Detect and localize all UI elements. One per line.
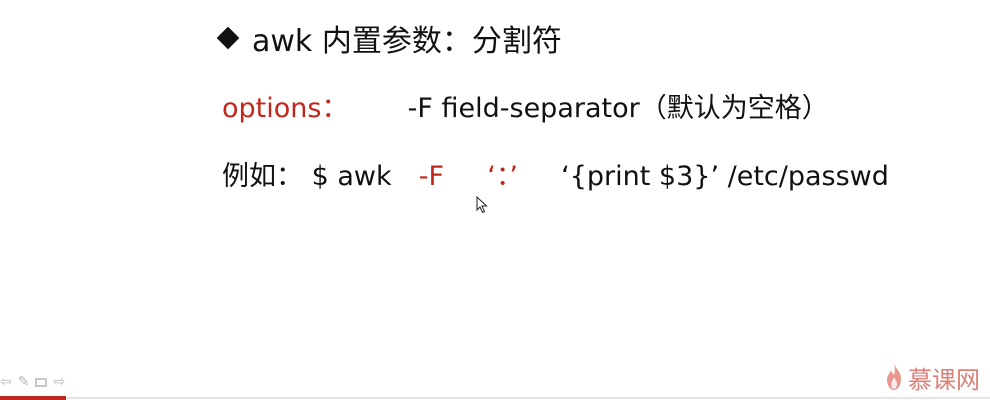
logo-text: 慕课网 — [908, 365, 980, 394]
slide-toolbar: ⇦ ✎ ⇨ — [0, 372, 65, 392]
example-line: 例如： $ awk -F ‘：’ ‘{print $3}’ /etc/passw… — [222, 154, 889, 193]
slide-title-text: awk 内置参数：分割符 — [252, 24, 562, 59]
progress-bar-fill — [0, 396, 66, 400]
arrow-right-icon[interactable]: ⇨ — [53, 374, 65, 390]
options-text: -F field-separator（默认为空格） — [407, 93, 829, 124]
flame-icon — [887, 364, 901, 390]
options-label: options： — [222, 93, 349, 124]
slide-title: awk 内置参数：分割符 — [214, 16, 562, 60]
progress-bar-track — [66, 397, 990, 399]
example-flag: -F — [418, 161, 445, 192]
diamond-bullet-icon — [216, 26, 240, 50]
pen-icon[interactable]: ✎ — [18, 374, 30, 390]
mouse-pointer-icon — [476, 196, 488, 214]
example-label: 例如： $ awk — [222, 161, 392, 192]
imooc-logo: 慕课网 — [884, 360, 980, 394]
arrow-left-icon[interactable]: ⇦ — [0, 374, 12, 390]
box-icon[interactable] — [35, 377, 48, 387]
example-rest: ‘{print $3}’ /etc/passwd — [561, 161, 889, 192]
options-line: options： -F field-separator（默认为空格） — [222, 86, 829, 125]
example-separator: ‘：’ — [487, 161, 518, 192]
